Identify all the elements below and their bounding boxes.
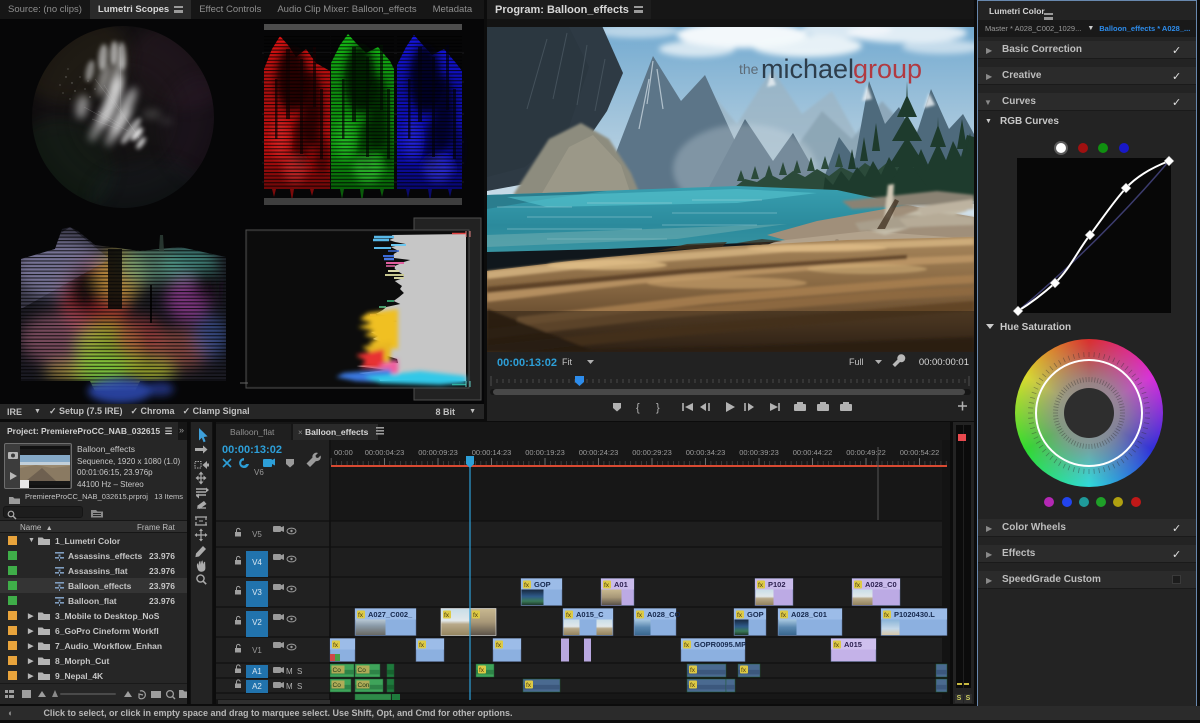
svg-text:fx: fx bbox=[690, 682, 696, 689]
svg-text:fx: fx bbox=[604, 582, 610, 589]
svg-text:fx: fx bbox=[781, 612, 787, 619]
svg-text:Con: Con bbox=[358, 682, 370, 689]
svg-text:Fit: Fit bbox=[562, 357, 572, 367]
svg-text:Full: Full bbox=[849, 357, 864, 367]
svg-text:fx: fx bbox=[524, 582, 530, 589]
svg-text:fx: fx bbox=[419, 642, 425, 649]
svg-text:00:00:14:23: 00:00:14:23 bbox=[472, 448, 512, 457]
svg-text:fx: fx bbox=[758, 582, 764, 589]
svg-text:A028_C0: A028_C0 bbox=[865, 580, 897, 589]
svg-text:00:00:44:22: 00:00:44:22 bbox=[793, 448, 833, 457]
svg-text:fx: fx bbox=[566, 612, 572, 619]
svg-text:fx: fx bbox=[690, 667, 696, 674]
svg-text:fx: fx bbox=[526, 682, 532, 689]
svg-text:Balloon_flat: Balloon_flat bbox=[230, 427, 275, 437]
svg-text:A015: A015 bbox=[844, 640, 862, 649]
svg-text:fx: fx bbox=[884, 612, 890, 619]
svg-text:00:00:13:02: 00:00:13:02 bbox=[497, 357, 557, 369]
svg-text:M: M bbox=[286, 682, 293, 691]
svg-text:V3: V3 bbox=[252, 588, 262, 597]
svg-text:00:00:49:22: 00:00:49:22 bbox=[846, 448, 886, 457]
svg-text:S: S bbox=[297, 667, 302, 676]
svg-text:{: { bbox=[636, 402, 640, 414]
svg-text:fx: fx bbox=[684, 642, 690, 649]
svg-text:00:00:29:23: 00:00:29:23 bbox=[632, 448, 672, 457]
svg-text:×: × bbox=[298, 428, 303, 437]
svg-text:00:00:54:22: 00:00:54:22 bbox=[900, 448, 940, 457]
svg-text:fx: fx bbox=[358, 612, 364, 619]
svg-text:A2: A2 bbox=[252, 682, 262, 691]
svg-text:A027_C002_: A027_C002_ bbox=[368, 610, 413, 619]
svg-text:V4: V4 bbox=[252, 558, 262, 567]
svg-text:A028_CO: A028_CO bbox=[647, 610, 681, 619]
svg-text:A015_C: A015_C bbox=[576, 610, 604, 619]
svg-text:Hue Saturation: Hue Saturation bbox=[1000, 322, 1071, 333]
svg-text:V5: V5 bbox=[252, 530, 262, 539]
svg-text:V2: V2 bbox=[252, 618, 262, 627]
svg-text:A028_C01: A028_C01 bbox=[791, 610, 827, 619]
svg-text:Co: Co bbox=[333, 667, 342, 674]
svg-text:fx: fx bbox=[855, 582, 861, 589]
svg-text:fx: fx bbox=[741, 667, 747, 674]
svg-text:fx: fx bbox=[637, 612, 643, 619]
svg-text:A1: A1 bbox=[252, 667, 262, 676]
svg-text:GOP: GOP bbox=[747, 610, 764, 619]
svg-text:fx: fx bbox=[479, 667, 485, 674]
svg-text:fx: fx bbox=[473, 612, 479, 619]
svg-text:}: } bbox=[656, 402, 660, 414]
svg-text:the: the bbox=[739, 61, 759, 77]
svg-text:michael: michael bbox=[761, 54, 854, 84]
svg-text:00:00:04:23: 00:00:04:23 bbox=[365, 448, 405, 457]
svg-text:P102: P102 bbox=[768, 580, 786, 589]
svg-text:fx: fx bbox=[496, 642, 502, 649]
svg-text:group: group bbox=[853, 54, 922, 84]
svg-text:V6: V6 bbox=[254, 468, 264, 477]
svg-text:00:00:39:23: 00:00:39:23 bbox=[739, 448, 779, 457]
svg-text:GOP: GOP bbox=[534, 580, 551, 589]
svg-text:S: S bbox=[297, 682, 302, 691]
svg-text:00:00:34:23: 00:00:34:23 bbox=[686, 448, 726, 457]
svg-text:P1020430.L: P1020430.L bbox=[894, 610, 935, 619]
svg-text:00:00:19:23: 00:00:19:23 bbox=[525, 448, 565, 457]
svg-text:A01: A01 bbox=[614, 580, 628, 589]
svg-text:00:00:13:02: 00:00:13:02 bbox=[222, 444, 282, 456]
svg-text:GOPR0095.MP: GOPR0095.MP bbox=[694, 640, 746, 649]
svg-text:00:00:24:23: 00:00:24:23 bbox=[579, 448, 619, 457]
svg-text:M: M bbox=[286, 667, 293, 676]
svg-text:fx: fx bbox=[444, 612, 450, 619]
svg-text:fx: fx bbox=[737, 612, 743, 619]
svg-text:Co: Co bbox=[358, 667, 367, 674]
svg-text:00:00: 00:00 bbox=[334, 448, 353, 457]
svg-text:fx: fx bbox=[834, 642, 840, 649]
svg-text:00:00:09:23: 00:00:09:23 bbox=[418, 448, 458, 457]
svg-text:Co: Co bbox=[333, 682, 342, 689]
svg-text:Balloon_effects: Balloon_effects bbox=[305, 427, 369, 437]
svg-text:fx: fx bbox=[333, 642, 339, 649]
svg-text:V1: V1 bbox=[252, 646, 262, 655]
svg-text:00:00:00:01: 00:00:00:01 bbox=[919, 357, 969, 368]
